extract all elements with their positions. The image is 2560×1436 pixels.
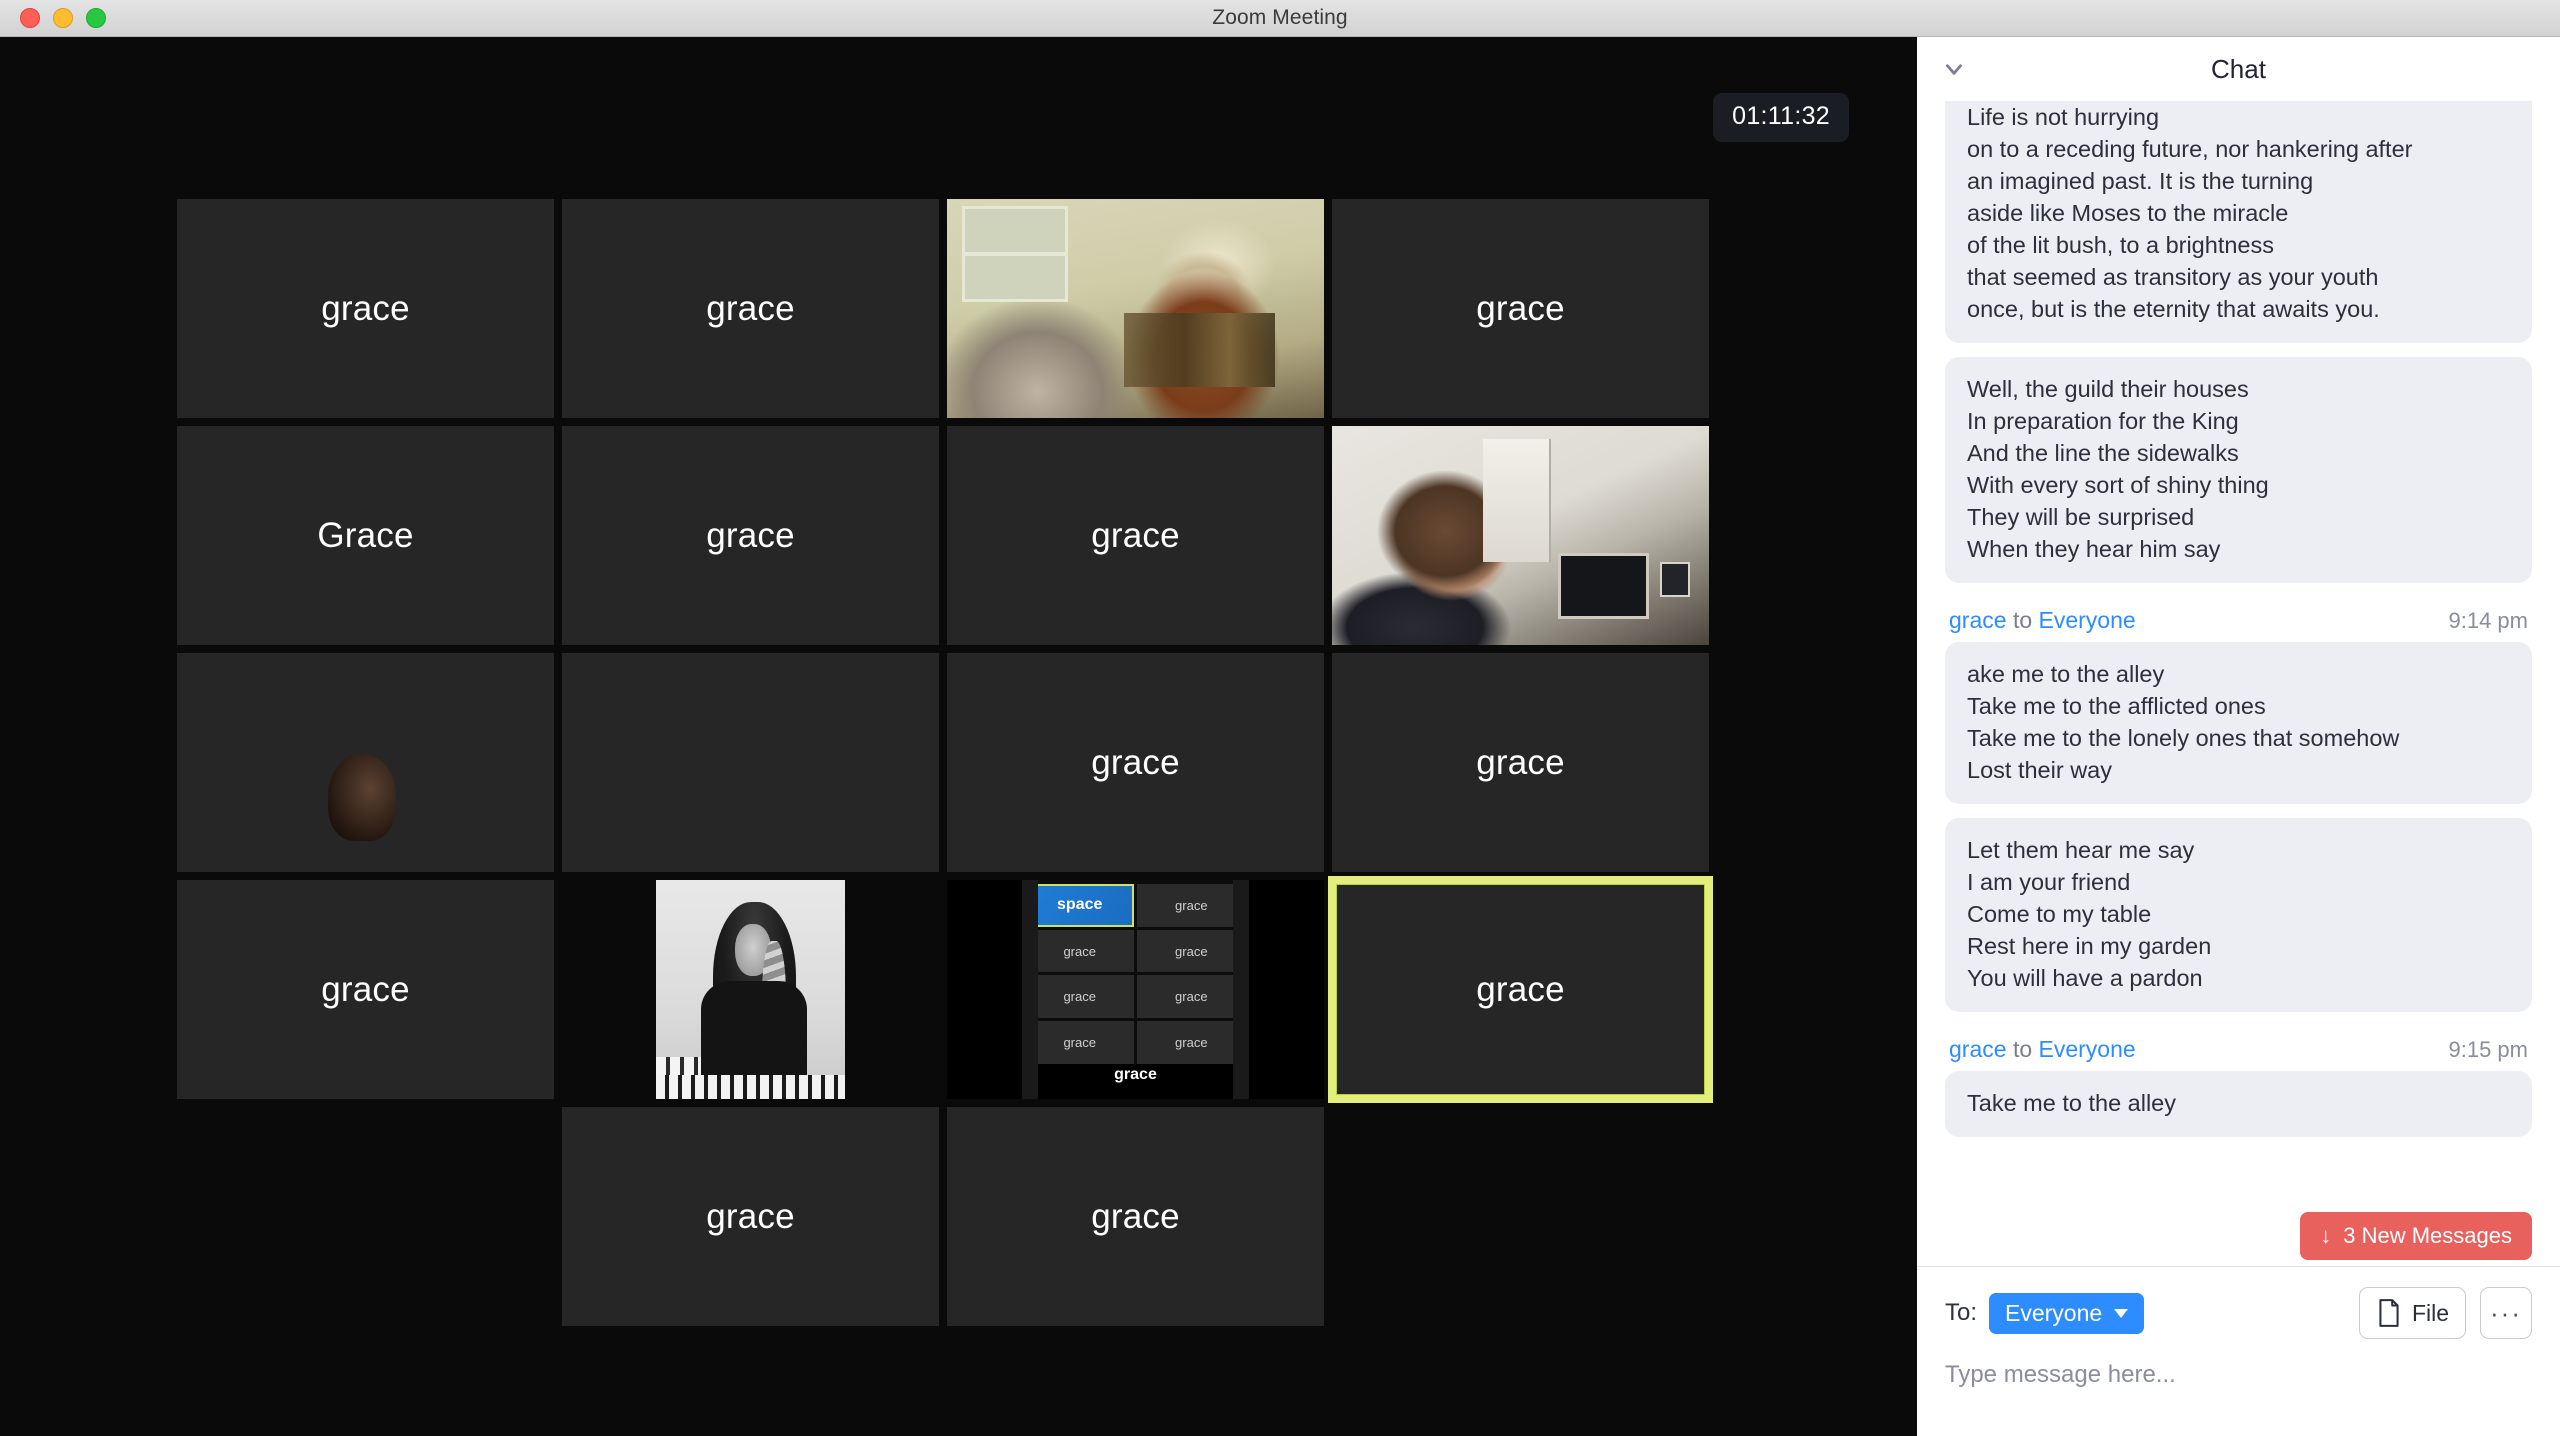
chat-action-buttons: File ··· — [2358, 1287, 2532, 1339]
chat-recipient-row: To: Everyone File ··· — [1945, 1287, 2532, 1339]
nested-zoom-window: space grace grace grace grace grace grac… — [1022, 880, 1249, 1099]
chat-message-bubble: Life is not hurrying on to a receding fu… — [1945, 101, 2532, 343]
chat-message-bubble: Take me to the alley — [1945, 1071, 2532, 1137]
participant-name: grace — [1091, 1196, 1180, 1236]
participant-tile-placeholder — [1328, 1103, 1713, 1330]
participant-name: grace — [1476, 969, 1565, 1009]
participant-name: Grace — [317, 515, 414, 555]
participant-tile[interactable]: grace — [558, 422, 943, 649]
participant-name: grace — [1091, 742, 1180, 782]
nested-tile: grace — [1137, 1021, 1246, 1064]
participant-tile-video[interactable] — [173, 649, 558, 876]
file-button[interactable]: File — [2358, 1287, 2466, 1339]
participant-tile-placeholder — [173, 1103, 558, 1330]
video-feed-bw-keyboardist — [656, 880, 845, 1099]
participant-tile-video[interactable] — [558, 876, 943, 1103]
participant-tile-screenshare[interactable]: space grace grace grace grace grace grac… — [943, 876, 1328, 1103]
more-options-button[interactable]: ··· — [2480, 1287, 2532, 1339]
participant-name: grace — [706, 515, 795, 555]
nested-tile: grace — [1137, 975, 1246, 1019]
arrow-down-icon: ↓ — [2320, 1223, 2332, 1248]
participant-tile[interactable]: grace — [943, 649, 1328, 876]
participant-tile-video[interactable] — [1328, 422, 1713, 649]
window-title: Zoom Meeting — [1212, 6, 1348, 29]
chat-message-header: grace to Everyone 9:15 pm — [1945, 1026, 2532, 1071]
participant-name: grace — [1091, 515, 1180, 555]
video-feed-couple — [947, 199, 1324, 418]
participant-tile[interactable]: grace — [943, 1103, 1328, 1330]
participant-grid: grace grace grace Grace grace grace grac… — [173, 195, 1753, 1333]
video-stage: 01:11:32 grace grace grace Grace grace g… — [0, 37, 1917, 1436]
meeting-timer: 01:11:32 — [1713, 93, 1849, 142]
chat-footer: To: Everyone File ··· Type message here.… — [1917, 1266, 2560, 1436]
zoom-meeting-window: Zoom Meeting 01:11:32 grace grace grace … — [0, 0, 2560, 1436]
nested-tile: grace — [1025, 975, 1134, 1019]
participant-tile[interactable]: grace — [943, 422, 1328, 649]
recipient-value: Everyone — [2005, 1299, 2103, 1326]
nested-tile: grace — [1025, 1021, 1134, 1064]
chat-header: Chat — [1917, 37, 2560, 101]
chat-message-list[interactable]: Life is not hurrying on to a receding fu… — [1917, 101, 2560, 1266]
video-feed-man — [1332, 426, 1709, 645]
participant-name: grace — [1476, 288, 1565, 328]
message-input[interactable]: Type message here... — [1945, 1361, 2532, 1389]
chat-panel: Chat Life is not hurrying on to a recedi… — [1917, 37, 2560, 1436]
nested-tile: grace — [1025, 929, 1134, 973]
chat-message-bubble: ake me to the alley Take me to the affli… — [1945, 642, 2532, 804]
chevron-down-icon — [2114, 1308, 2129, 1318]
nested-footer-text: grace — [1022, 1063, 1249, 1099]
file-button-label: File — [2411, 1299, 2449, 1326]
participant-name: grace — [321, 288, 410, 328]
participant-name: grace — [706, 288, 795, 328]
chat-sender: grace to Everyone — [1949, 607, 2136, 633]
main-body: 01:11:32 grace grace grace Grace grace g… — [0, 37, 2560, 1436]
chat-message-header: grace to Everyone 9:14 pm — [1945, 597, 2532, 642]
chat-message-bubble: Well, the guild their houses In preparat… — [1945, 357, 2532, 583]
participant-tile-active-speaker[interactable]: grace — [1328, 876, 1713, 1103]
nested-tile-selected: space — [1025, 884, 1134, 927]
participant-tile[interactable]: grace — [1328, 649, 1713, 876]
participant-tile-video[interactable] — [943, 195, 1328, 422]
participant-name: grace — [706, 1196, 795, 1236]
nested-tile: grace — [1137, 884, 1246, 927]
shared-screen-feed: space grace grace grace grace grace grac… — [947, 880, 1324, 1099]
to-label: To: — [1945, 1299, 1978, 1326]
participant-tile[interactable] — [558, 649, 943, 876]
nested-tile: grace — [1137, 929, 1246, 973]
participant-tile[interactable]: grace — [173, 876, 558, 1103]
chat-message-bubble: Let them hear me say I am your friend Co… — [1945, 818, 2532, 1012]
participant-tile[interactable]: grace — [558, 1103, 943, 1330]
participant-tile[interactable]: grace — [1328, 195, 1713, 422]
participant-name: grace — [321, 969, 410, 1009]
chat-sender: grace to Everyone — [1949, 1036, 2136, 1062]
participant-tile[interactable]: Grace — [173, 422, 558, 649]
chat-panel-title: Chat — [2211, 53, 2266, 84]
window-titlebar: Zoom Meeting — [0, 0, 2560, 37]
chat-timestamp: 9:14 pm — [2448, 608, 2529, 633]
nested-participant-grid: space grace grace grace grace grace grac… — [1022, 880, 1248, 1064]
new-messages-button[interactable]: ↓ 3 New Messages — [2300, 1212, 2532, 1260]
chat-timestamp: 9:15 pm — [2448, 1037, 2529, 1062]
recipient-dropdown[interactable]: Everyone — [1989, 1292, 2145, 1334]
participant-tile[interactable]: grace — [558, 195, 943, 422]
video-feed-dark-room — [177, 653, 554, 872]
participant-tile[interactable]: grace — [173, 195, 558, 422]
participant-name: grace — [1476, 742, 1565, 782]
new-messages-label: 3 New Messages — [2343, 1223, 2512, 1248]
